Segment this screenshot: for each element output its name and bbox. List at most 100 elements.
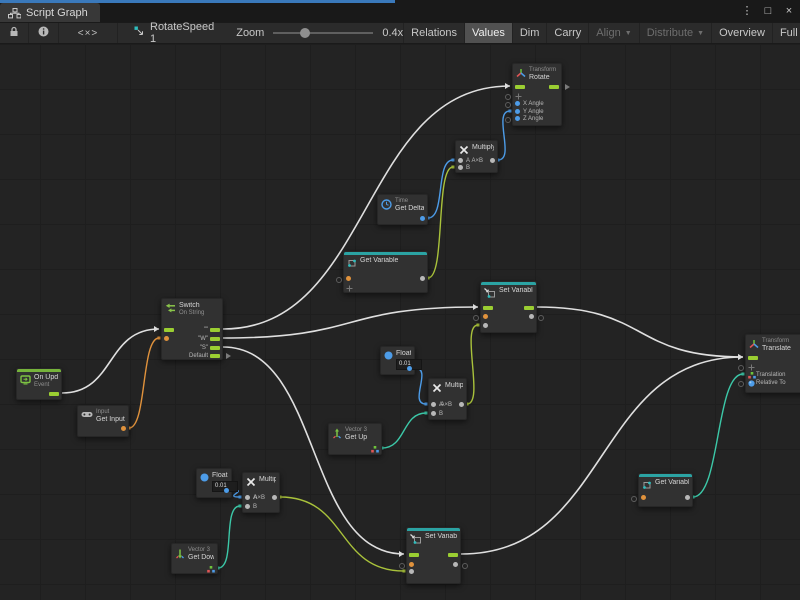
exec-port[interactable] <box>515 85 525 89</box>
toolbar-button-label: Full Scre <box>780 27 800 39</box>
value-port[interactable] <box>483 314 488 319</box>
value-port[interactable] <box>458 158 463 163</box>
float-icon <box>200 473 209 482</box>
value-port[interactable] <box>164 336 169 341</box>
value-port[interactable] <box>346 276 351 281</box>
node-translate[interactable]: TransformTranslateTranslationRelative To <box>745 334 800 393</box>
node-stripe <box>639 474 692 477</box>
node-get-input-string[interactable]: InputGet Input Strin <box>77 405 129 437</box>
graph-breadcrumb[interactable]: RotateSpeed 1 <box>134 23 214 43</box>
value-port[interactable] <box>245 504 250 509</box>
node-rotate[interactable]: TransformRotateX AngleY AngleZ Angle <box>512 63 562 126</box>
exec-port[interactable] <box>483 306 493 310</box>
toolbar-button-relations[interactable]: Relations <box>403 23 464 43</box>
value-port[interactable] <box>748 380 756 387</box>
zoom-slider[interactable] <box>273 32 373 34</box>
exec-port[interactable] <box>210 328 220 332</box>
value-port[interactable] <box>459 402 464 407</box>
exec-port[interactable] <box>49 392 59 396</box>
value-port[interactable] <box>245 495 250 500</box>
node-float-mid[interactable]: Float0.01 <box>380 346 415 375</box>
toolbar-button-label: Carry <box>554 27 581 39</box>
value-port[interactable] <box>685 495 690 500</box>
value-port[interactable] <box>641 495 646 500</box>
toolbar-button-values[interactable]: Values <box>464 23 512 43</box>
value-port[interactable] <box>407 366 412 371</box>
toolbar-toggles: RelationsValuesDimCarryAlign▼Distribute▼… <box>403 23 800 43</box>
node-get-up[interactable]: Vector 3Get Up <box>328 423 382 455</box>
value-port[interactable] <box>431 402 436 407</box>
value-port[interactable] <box>529 314 534 319</box>
exec-port[interactable] <box>164 328 174 332</box>
node-get-variable-right[interactable]: Get Variable <box>638 473 693 507</box>
tab-script-graph[interactable]: Script Graph <box>0 3 100 22</box>
exec-port[interactable] <box>448 553 458 557</box>
exec-port[interactable] <box>549 85 559 89</box>
port-label: Relative To <box>756 379 786 387</box>
value-port[interactable] <box>458 165 463 170</box>
value-port[interactable] <box>207 566 215 573</box>
value-port[interactable] <box>453 562 458 567</box>
value-port[interactable] <box>515 109 520 114</box>
value-port[interactable] <box>515 116 520 121</box>
value-port[interactable] <box>748 372 756 379</box>
value-port[interactable] <box>515 93 523 100</box>
lock-icon <box>9 26 19 40</box>
node-get-down[interactable]: Vector 3Get Down <box>171 543 218 574</box>
node-set-variable-bottom[interactable]: Set Variable <box>406 527 461 584</box>
close-icon[interactable]: × <box>782 3 796 19</box>
exec-port[interactable] <box>210 354 220 358</box>
menu-icon[interactable]: ⋮ <box>740 3 754 19</box>
variable-icon <box>642 480 652 490</box>
exec-port[interactable] <box>524 306 534 310</box>
value-port[interactable] <box>409 562 414 567</box>
value-port[interactable] <box>224 488 229 493</box>
toolbar-button-full-scre[interactable]: Full Scre <box>772 23 800 43</box>
toolbar-button-overview[interactable]: Overview <box>711 23 772 43</box>
node-set-variable-mid[interactable]: Set Variable <box>480 281 537 333</box>
node-on-update[interactable]: On UpdateEvent <box>16 368 62 400</box>
toolbar-button-carry[interactable]: Carry <box>546 23 588 43</box>
node-title: Float <box>212 472 228 480</box>
node-get-variable-top[interactable]: Get Variable <box>343 251 428 293</box>
value-port[interactable] <box>420 276 425 281</box>
toolbar-button-dim[interactable]: Dim <box>512 23 547 43</box>
value-port[interactable] <box>515 101 520 106</box>
port-label: "S" <box>200 344 208 352</box>
exec-port[interactable] <box>409 553 419 557</box>
value-port[interactable] <box>272 495 277 500</box>
unconnected-port-ring <box>473 315 479 321</box>
value-port[interactable] <box>431 411 436 416</box>
node-float-bottom[interactable]: Float0.01 <box>196 468 232 498</box>
node-multiply-mid[interactable]: MultiplyABA×B <box>428 378 467 420</box>
exec-arrow-icon <box>226 353 231 359</box>
info-button[interactable] <box>29 23 59 43</box>
node-subtitle: Transform <box>529 67 556 74</box>
value-port[interactable] <box>490 158 495 163</box>
node-get-delta-time[interactable]: TimeGet Delta Time <box>377 194 428 225</box>
code-preview-button[interactable]: <×> <box>59 23 118 43</box>
value-port[interactable] <box>346 285 354 292</box>
zoom-slider-thumb[interactable] <box>300 28 310 38</box>
value-port[interactable] <box>409 569 414 574</box>
info-icon <box>38 26 49 40</box>
graph-name: RotateSpeed 1 <box>150 21 214 45</box>
value-port[interactable] <box>371 446 379 453</box>
unconnected-port-ring <box>738 365 744 371</box>
node-multiply-bottom[interactable]: MultiplyABA×B <box>242 472 280 513</box>
tab-bar: Script Graph ⋮ □ × <box>0 0 800 22</box>
lock-button[interactable] <box>0 23 29 43</box>
maximize-icon[interactable]: □ <box>761 3 775 19</box>
exec-port[interactable] <box>210 337 220 341</box>
value-port[interactable] <box>748 364 756 371</box>
value-port[interactable] <box>483 323 488 328</box>
port-label: Z Angle <box>523 115 543 123</box>
node-switch-on-string[interactable]: SwitchOn String"""W""S"Default <box>161 298 223 360</box>
exec-port[interactable] <box>748 356 758 360</box>
node-multiply-top[interactable]: MultiplyABA×B <box>455 140 498 173</box>
value-port[interactable] <box>121 426 126 431</box>
exec-port[interactable] <box>210 346 220 350</box>
multiply-icon <box>459 145 469 155</box>
graph-canvas[interactable]: On UpdateEvent InputGet Input Strin Switch… <box>0 0 800 600</box>
value-port[interactable] <box>420 216 425 221</box>
